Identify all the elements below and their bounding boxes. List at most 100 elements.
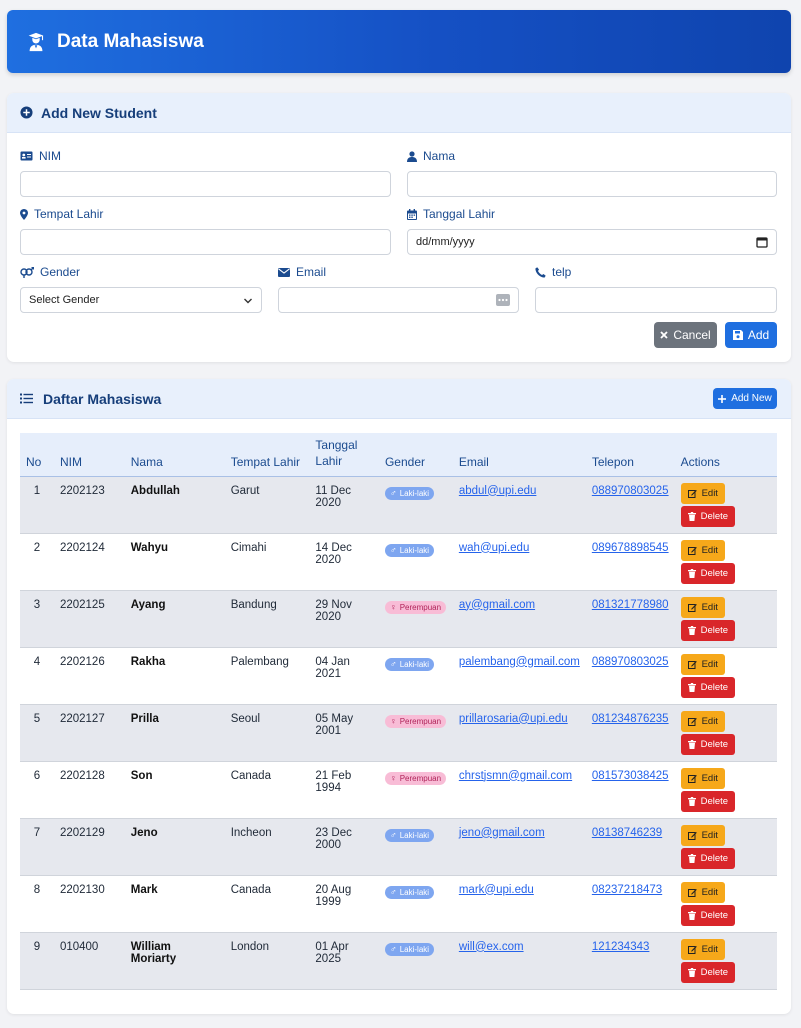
email-input[interactable] (278, 287, 519, 313)
delete-button-label: Delete (700, 510, 729, 522)
email-link[interactable]: palembang@gmail.com (459, 656, 580, 668)
edit-icon (687, 888, 697, 897)
edit-button[interactable]: Edit (680, 653, 725, 675)
delete-button[interactable]: Delete (680, 676, 736, 698)
plus-circle-icon (20, 106, 33, 119)
table-header-row: No NIM Nama Tempat Lahir Tanggal Lahir G… (20, 433, 777, 477)
column-header[interactable]: Email (452, 433, 586, 477)
email-link[interactable]: abdul@upi.edu (459, 485, 537, 497)
tanggal-lahir-input[interactable]: dd/mm/yyyy (407, 229, 777, 255)
delete-button[interactable]: Delete (680, 904, 736, 926)
cell-tanggal-lahir: 04 Jan 2021 (315, 655, 350, 680)
edit-button[interactable]: Edit (680, 596, 725, 618)
tempat-lahir-label: Tempat Lahir (34, 207, 104, 221)
telepon-link[interactable]: 081321778980 (592, 599, 669, 611)
column-header[interactable]: NIM (53, 433, 125, 477)
cell-tanggal-lahir: 29 Nov 2020 (315, 598, 352, 623)
gender-badge: ♂ Laki-laki (384, 942, 435, 956)
trash-icon (687, 568, 696, 578)
edit-button[interactable]: Edit (680, 824, 725, 846)
cell-tempat-lahir: Incheon (230, 826, 272, 839)
edit-button[interactable]: Edit (680, 881, 725, 903)
edit-button[interactable]: Edit (680, 539, 725, 561)
page-title: Data Mahasiswa (57, 30, 204, 52)
cell-gender: ♂ Laki-laki (379, 818, 453, 875)
autofill-dots-icon[interactable] (496, 294, 510, 306)
cell-telepon: 081321778980 (586, 590, 675, 647)
cell-no: 3 (33, 598, 41, 611)
column-header[interactable]: Telepon (585, 433, 675, 477)
cell-no: 7 (33, 826, 41, 839)
cell-nama: William Moriarty (130, 940, 177, 965)
edit-button[interactable]: Edit (680, 482, 725, 504)
add-new-button[interactable]: Add New (713, 388, 777, 409)
email-link[interactable]: ay@gmail.com (459, 599, 535, 611)
column-header[interactable]: Tanggal Lahir (309, 433, 379, 477)
edit-button-label: Edit (701, 601, 718, 613)
telepon-link[interactable]: 081234876235 (592, 713, 669, 725)
delete-button[interactable]: Delete (680, 847, 736, 869)
cell-email: jeno@gmail.com (453, 818, 586, 875)
email-link[interactable]: mark@upi.edu (459, 884, 534, 896)
add-student-title: Add New Student (41, 104, 157, 121)
telepon-link[interactable]: 081573038425 (592, 770, 669, 782)
delete-button[interactable]: Delete (680, 961, 736, 983)
gender-badge: ♀ Perempuan (384, 600, 447, 614)
tanggal-lahir-placeholder: dd/mm/yyyy (416, 236, 475, 248)
email-link[interactable]: prillarosaria@upi.edu (459, 713, 568, 725)
gender-select[interactable]: Select Gender (20, 287, 262, 313)
telepon-link[interactable]: 08237218473 (592, 884, 662, 896)
email-link[interactable]: wah@upi.edu (459, 542, 530, 554)
gender-badge: ♀ Perempuan (384, 714, 447, 728)
email-link[interactable]: jeno@gmail.com (459, 827, 545, 839)
delete-button[interactable]: Delete (680, 505, 736, 527)
cell-actions: Edit Delete (675, 761, 777, 818)
email-link[interactable]: will@ex.com (459, 941, 524, 953)
table-row: 5 2202127 Prilla Seoul 05 May 2001 ♀ Per… (20, 704, 777, 761)
delete-button[interactable]: Delete (680, 619, 736, 641)
add-button[interactable]: Add (725, 322, 777, 348)
telepon-link[interactable]: 088970803025 (592, 485, 669, 497)
cell-nama: Abdullah (130, 484, 180, 497)
telepon-link[interactable]: 121234343 (592, 941, 650, 953)
delete-button[interactable]: Delete (680, 562, 736, 584)
delete-button[interactable]: Delete (680, 733, 736, 755)
cell-tempat-lahir: Palembang (230, 655, 289, 668)
delete-button[interactable]: Delete (680, 790, 736, 812)
trash-icon (687, 853, 696, 863)
cell-nama: Prilla (130, 712, 159, 725)
cell-tempat-lahir: Canada (230, 883, 271, 896)
column-header[interactable]: Nama (124, 433, 225, 477)
edit-button-label: Edit (701, 772, 718, 784)
id-card-icon (20, 151, 33, 161)
cell-no: 4 (33, 655, 41, 668)
edit-button[interactable]: Edit (680, 710, 725, 732)
cancel-button[interactable]: Cancel (654, 322, 717, 348)
cell-actions: Edit Delete (675, 818, 777, 875)
nama-input[interactable] (407, 171, 777, 197)
delete-button-label: Delete (700, 738, 729, 750)
tempat-lahir-input[interactable] (20, 229, 391, 255)
telepon-link[interactable]: 089678898545 (592, 542, 669, 554)
telp-input[interactable] (535, 287, 777, 313)
cell-actions: Edit Delete (675, 647, 777, 704)
tanggal-lahir-label: Tanggal Lahir (423, 207, 496, 221)
delete-button-label: Delete (700, 966, 729, 978)
cell-no: 9 (33, 940, 41, 953)
column-header[interactable]: Gender (378, 433, 453, 477)
cell-email: mark@upi.edu (453, 875, 586, 932)
column-header[interactable]: Tempat Lahir (224, 433, 310, 477)
edit-button[interactable]: Edit (680, 767, 725, 789)
column-header[interactable]: No (20, 433, 54, 477)
telepon-link[interactable]: 08138746239 (592, 827, 662, 839)
nim-input[interactable] (20, 171, 391, 197)
table-row: 4 2202126 Rakha Palembang 04 Jan 2021 ♂ … (20, 647, 777, 704)
table-row: 9 010400 William Moriarty London 01 Apr … (20, 932, 777, 989)
cell-telepon: 081234876235 (586, 704, 675, 761)
edit-button[interactable]: Edit (680, 938, 725, 960)
telepon-link[interactable]: 088970803025 (592, 656, 669, 668)
cell-nama: Son (130, 769, 153, 782)
trash-icon (687, 625, 696, 635)
date-picker-icon[interactable] (756, 236, 768, 248)
email-link[interactable]: chrstjsmn@gmail.com (459, 770, 572, 782)
